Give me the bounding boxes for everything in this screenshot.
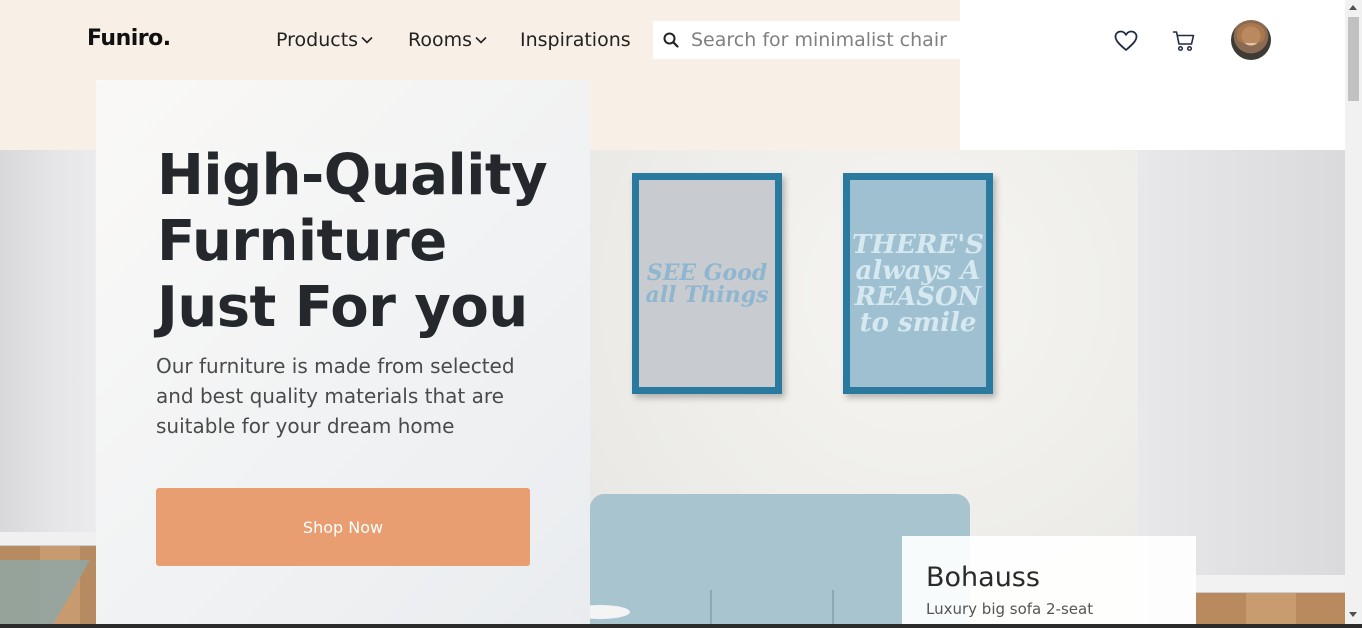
hero-title: High-Quality Furniture Just For you: [157, 143, 548, 340]
sofa-seam: [832, 590, 834, 624]
floor-right: [1196, 593, 1345, 624]
nav-products-label: Products: [276, 29, 359, 51]
product-card[interactable]: Bohauss Luxury big sofa 2-seat: [902, 536, 1196, 624]
nav-rooms[interactable]: Rooms: [408, 29, 488, 51]
shop-now-button[interactable]: Shop Now: [156, 488, 530, 566]
sofa-seam: [710, 590, 712, 624]
heart-icon: [1114, 30, 1138, 51]
search-icon: [663, 32, 679, 48]
bottom-edge: [0, 624, 1362, 628]
scroll-down-icon[interactable]: [1349, 612, 1357, 617]
baseboard-left: [0, 532, 96, 546]
vertical-scrollbar[interactable]: [1345, 0, 1362, 624]
hero-subtitle: Our furniture is made from selected and …: [156, 354, 515, 438]
cart-button[interactable]: [1171, 28, 1197, 54]
frame-left-art: SEE Good all Things: [645, 259, 769, 308]
scroll-thumb[interactable]: [1348, 17, 1359, 101]
chevron-down-icon: [361, 36, 373, 44]
cart-icon: [1172, 31, 1195, 52]
scroll-up-icon[interactable]: [1349, 5, 1357, 10]
avatar-hair: [1237, 23, 1265, 43]
chevron-down-icon: [475, 36, 487, 44]
avatar[interactable]: [1231, 20, 1271, 60]
nav-inspirations[interactable]: Inspirations: [520, 29, 631, 51]
product-name: Bohauss: [926, 562, 1040, 593]
search-input[interactable]: [691, 29, 960, 51]
nav-products[interactable]: Products: [276, 29, 374, 51]
logo[interactable]: Funiro.: [87, 26, 171, 51]
wishlist-button[interactable]: [1113, 28, 1139, 54]
wall-frame-right: THERE'S always A REASON to smile: [843, 173, 993, 394]
nav-rooms-label: Rooms: [408, 29, 473, 51]
header-right-area: [960, 0, 1345, 150]
nav-inspirations-label: Inspirations: [520, 29, 631, 51]
baseboard-right: [1196, 575, 1345, 593]
wall-frame-left: SEE Good all Things: [632, 173, 782, 394]
frame-right-art: THERE'S always A REASON to smile: [852, 229, 984, 338]
product-description: Luxury big sofa 2-seat: [926, 600, 1094, 618]
search-bar[interactable]: [653, 21, 960, 59]
